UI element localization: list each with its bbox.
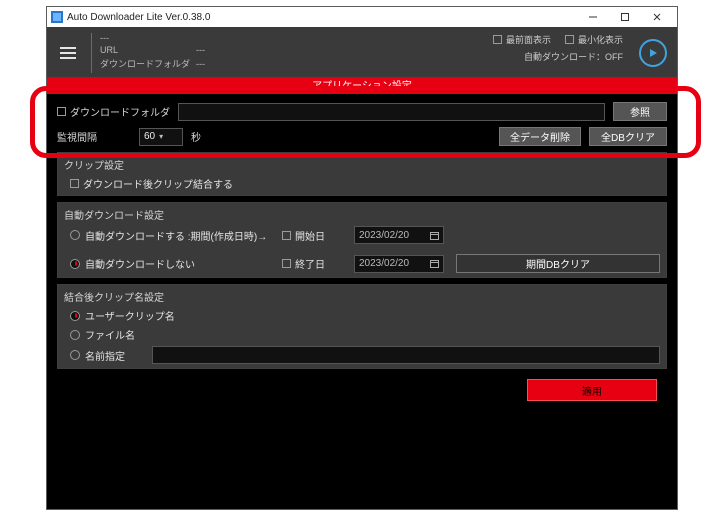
download-folder-row: ダウンロードフォルダ 参照 [57, 102, 667, 121]
interval-unit: 秒 [191, 129, 201, 144]
divider [91, 33, 92, 73]
hamburger-menu-button[interactable] [53, 33, 83, 73]
start-date-value: 2023/02/20 [359, 230, 409, 241]
titlebar: Auto Downloader Lite Ver.0.38.0 [47, 7, 677, 27]
start-date-label: 開始日 [295, 228, 325, 243]
topbar: --- URL --- ダウンロードフォルダ --- 最前面表示 最小化表示 [47, 27, 677, 94]
period-dbclear-button[interactable]: 期間DBクリア [456, 254, 660, 273]
clipname-user-radio[interactable]: ユーザークリップ名 [70, 308, 660, 323]
start-date-checkbox[interactable]: 開始日 [282, 228, 342, 243]
merge-after-dl-label: ダウンロード後クリップ結合する [83, 176, 233, 191]
status-dlfolder-label: ダウンロードフォルダ [100, 57, 190, 70]
play-button[interactable] [639, 39, 667, 67]
autodl-dont-label: 自動ダウンロードしない [85, 256, 195, 271]
maximize-button[interactable] [609, 7, 641, 27]
clipname-custom-label: 名前指定 [85, 348, 125, 363]
clip-settings-panel: クリップ設定 ダウンロード後クリップ結合する [57, 152, 667, 196]
interval-select[interactable]: 60 ▾ [139, 128, 183, 146]
autodl-dont-radio[interactable]: 自動ダウンロードしない [70, 256, 270, 271]
chevron-down-icon: ▾ [159, 132, 163, 141]
interval-row: 監視間隔 60 ▾ 秒 全データ削除 全DBクリア [57, 127, 667, 146]
autodl-do-radio[interactable]: 自動ダウンロードする :期間(作成日時)→ [70, 228, 270, 243]
status-dashes: --- [100, 33, 109, 43]
topmost-label: 最前面表示 [506, 33, 551, 46]
end-date-label: 終了日 [295, 256, 325, 271]
download-folder-label: ダウンロードフォルダ [70, 104, 170, 119]
autodl-status-label: 自動ダウンロード：OFF [524, 50, 623, 63]
status-block: --- URL --- ダウンロードフォルダ --- [100, 33, 493, 70]
delete-all-button[interactable]: 全データ削除 [499, 127, 581, 146]
interval-value: 60 [144, 131, 155, 142]
clipname-file-label: ファイル名 [85, 327, 135, 342]
clipname-settings-panel: 結合後クリップ名設定 ユーザークリップ名 ファイル名 名前指定 [57, 284, 667, 369]
close-button[interactable] [641, 7, 673, 27]
autodl-do-label: 自動ダウンロードする :期間(作成日時)→ [85, 228, 267, 243]
calendar-icon [430, 259, 439, 268]
clipname-user-label: ユーザークリップ名 [85, 308, 175, 323]
status-url-label: URL [100, 45, 190, 55]
autodl-panel-title: 自動ダウンロード設定 [64, 207, 660, 222]
status-url-value: --- [196, 45, 205, 55]
download-folder-input[interactable] [178, 103, 605, 121]
window-title: Auto Downloader Lite Ver.0.38.0 [67, 12, 577, 23]
clipname-custom-input[interactable] [152, 346, 660, 364]
merge-after-dl-checkbox[interactable]: ダウンロード後クリップ結合する [70, 176, 660, 191]
app-icon [51, 11, 63, 23]
end-date-value: 2023/02/20 [359, 258, 409, 269]
end-date-checkbox[interactable]: 終了日 [282, 256, 342, 271]
minview-checkbox[interactable]: 最小化表示 [565, 33, 623, 46]
clipname-panel-title: 結合後クリップ名設定 [64, 289, 660, 304]
app-window: Auto Downloader Lite Ver.0.38.0 --- URL … [46, 6, 678, 510]
clipname-custom-radio[interactable]: 名前指定 [70, 348, 144, 363]
topmost-checkbox[interactable]: 最前面表示 [493, 33, 551, 46]
end-date-picker[interactable]: 2023/02/20 [354, 255, 444, 273]
interval-label: 監視間隔 [57, 129, 131, 144]
calendar-icon [430, 231, 439, 240]
autodl-settings-panel: 自動ダウンロード設定 自動ダウンロードする :期間(作成日時)→ 開始日 202… [57, 202, 667, 278]
apply-button[interactable]: 適用 [527, 379, 657, 401]
topbar-right: 最前面表示 最小化表示 自動ダウンロード：OFF [493, 33, 623, 63]
browse-button[interactable]: 参照 [613, 102, 667, 121]
section-title: アプリケーション設定 [47, 80, 677, 94]
minimize-button[interactable] [577, 7, 609, 27]
minview-label: 最小化表示 [578, 33, 623, 46]
status-dlfolder-value: --- [196, 59, 205, 69]
clipname-file-radio[interactable]: ファイル名 [70, 327, 660, 342]
clip-panel-title: クリップ設定 [64, 157, 660, 172]
start-date-picker[interactable]: 2023/02/20 [354, 226, 444, 244]
download-folder-checkbox[interactable]: ダウンロードフォルダ [57, 104, 170, 119]
clear-alldb-button[interactable]: 全DBクリア [589, 127, 667, 146]
settings-content: ダウンロードフォルダ 参照 監視間隔 60 ▾ 秒 全データ削除 全DBクリア … [47, 94, 677, 509]
